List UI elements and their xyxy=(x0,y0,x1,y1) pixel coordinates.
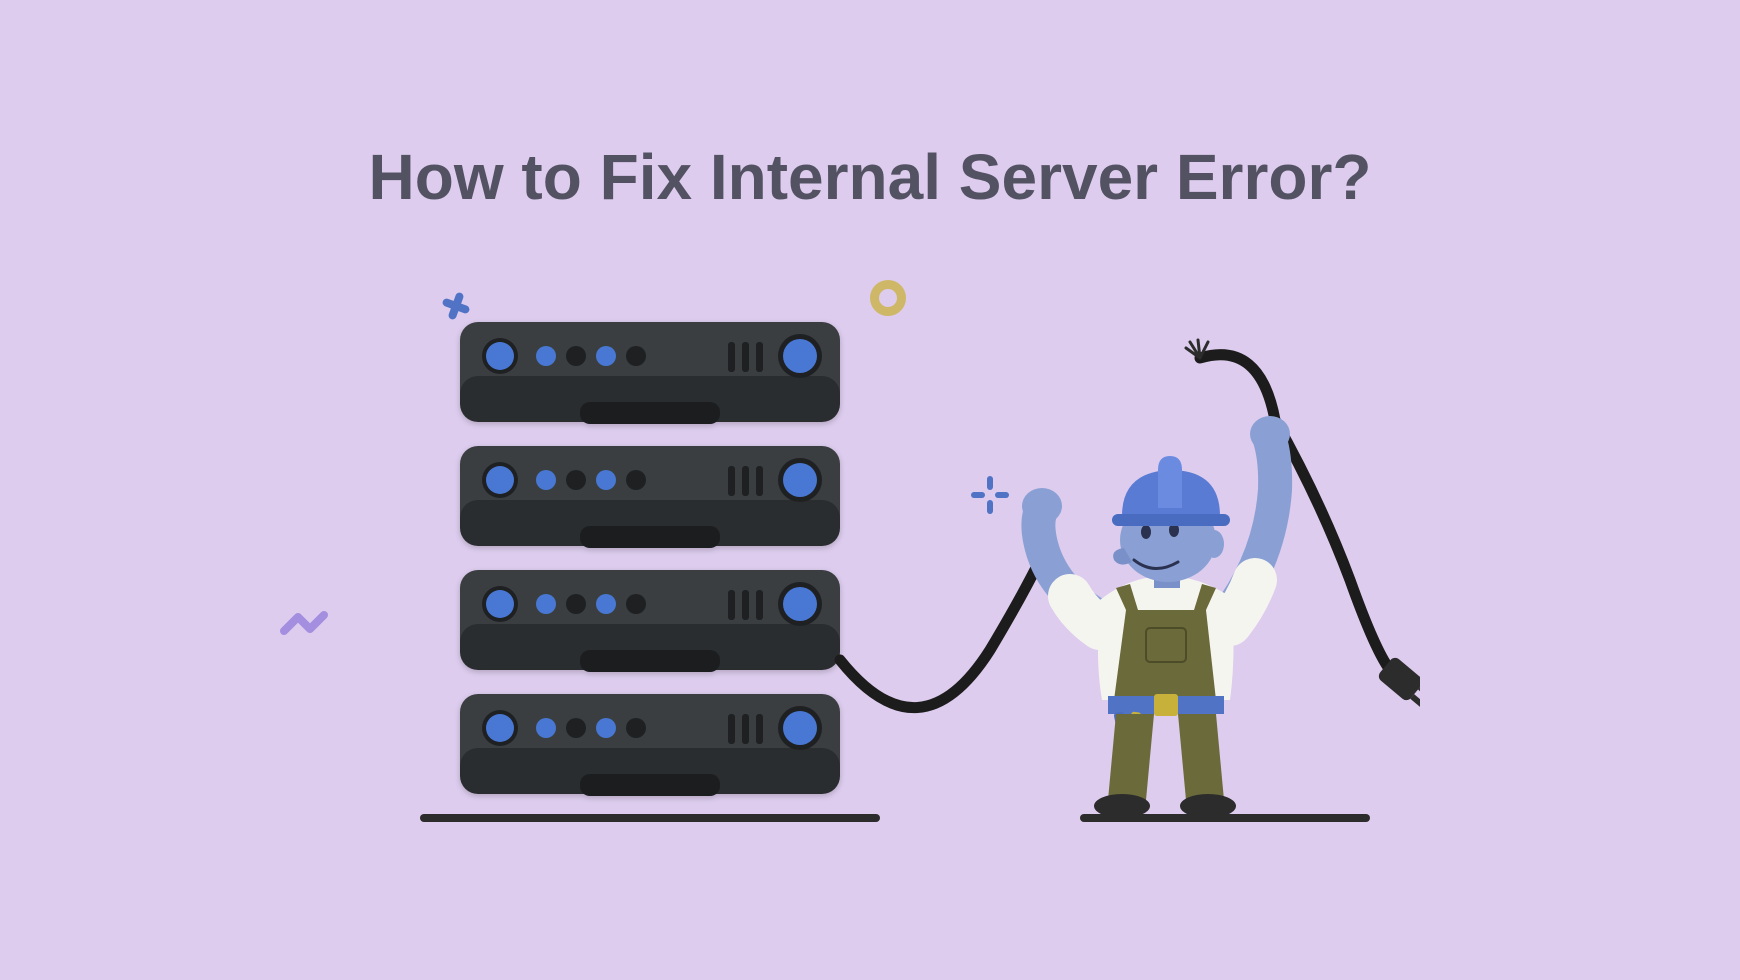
technician-character xyxy=(930,400,1390,820)
server-stack xyxy=(460,316,840,812)
server-unit xyxy=(460,564,840,682)
decor-ring-icon xyxy=(870,280,906,316)
server-unit xyxy=(460,440,840,558)
page-title: How to Fix Internal Server Error? xyxy=(369,140,1372,214)
illustration-scene xyxy=(320,280,1420,880)
ground-line xyxy=(420,814,880,822)
server-unit xyxy=(460,316,840,434)
ground-line xyxy=(1080,814,1370,822)
server-unit xyxy=(460,688,840,806)
decor-zigzag-icon xyxy=(280,605,336,650)
